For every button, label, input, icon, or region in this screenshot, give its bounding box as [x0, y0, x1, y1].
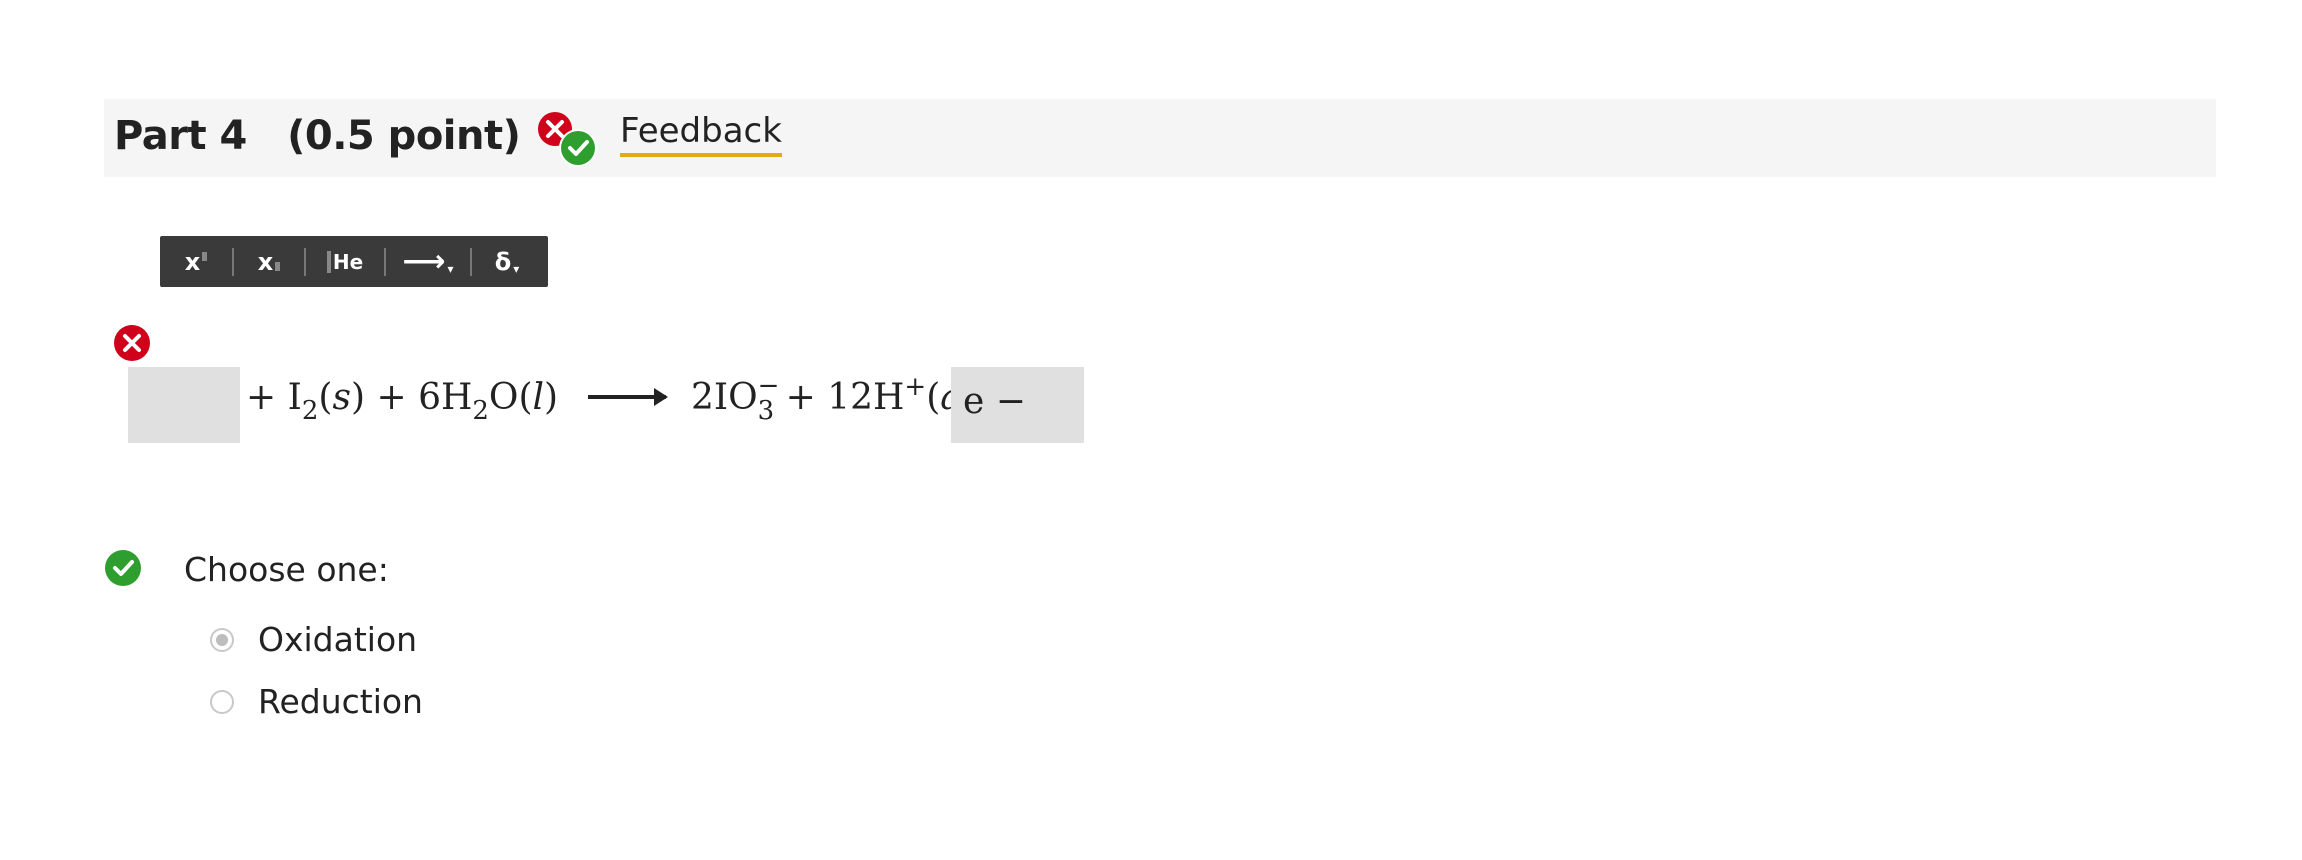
- option-oxidation-label: Oxidation: [258, 620, 418, 659]
- eq-hydrogen-charge: +: [904, 372, 927, 402]
- part-title: Part 4 (0.5 point): [114, 113, 521, 159]
- answer-blank-electrons[interactable]: e −: [951, 367, 1084, 443]
- chem-toolbar: x x He ⟶ ▾ δ ▾: [160, 236, 548, 287]
- eq-water-subscript: 2: [472, 396, 489, 426]
- eq-plus: +: [376, 377, 407, 418]
- page: Part 4 (0.5 point) Feedback x x He ⟶ ▾ δ…: [0, 0, 2302, 860]
- caret-down-icon: ▾: [513, 261, 520, 276]
- equation-text: + I2(s) + 6H2O(l) 2IO−3 + 12H+(aq) +: [246, 371, 1040, 426]
- part-header: Part 4 (0.5 point) Feedback: [104, 99, 2216, 177]
- eq-state-liquid: l: [532, 377, 544, 418]
- element-button-label: He: [332, 249, 364, 274]
- element-button[interactable]: He: [306, 236, 384, 287]
- correct-icon: [104, 549, 142, 587]
- choose-one-label: Choose one:: [184, 550, 389, 589]
- eq-iodate: 2IO: [690, 377, 758, 418]
- answer-blank-electrons-value: e −: [963, 381, 1026, 422]
- reaction-arrow: [587, 388, 668, 406]
- superscript-button-label: x: [184, 247, 201, 276]
- option-oxidation[interactable]: Oxidation: [210, 620, 417, 659]
- eq-plus: +: [785, 377, 816, 418]
- caret-down-icon: ▾: [447, 261, 454, 276]
- eq-iodine: I: [287, 377, 302, 418]
- subscript-button[interactable]: x: [234, 236, 304, 287]
- delta-icon: δ: [494, 247, 512, 276]
- arrow-dropdown-button[interactable]: ⟶ ▾: [386, 236, 470, 287]
- eq-iodine-subscript: 2: [301, 396, 319, 426]
- subscript-button-label: x: [257, 247, 274, 276]
- incorrect-icon: [113, 324, 151, 362]
- superscript-button[interactable]: x: [160, 236, 232, 287]
- mixed-feedback-icon[interactable]: [536, 110, 600, 170]
- option-reduction-label: Reduction: [258, 682, 423, 721]
- feedback-link[interactable]: Feedback: [620, 111, 782, 157]
- eq-iodate-charge: −: [757, 371, 780, 401]
- arrow-icon: ⟶: [402, 244, 446, 279]
- radio-reduction[interactable]: [210, 689, 234, 714]
- option-reduction[interactable]: Reduction: [210, 682, 423, 721]
- radio-oxidation[interactable]: [210, 627, 234, 652]
- eq-plus: +: [246, 377, 277, 418]
- eq-hydrogen: 12H: [827, 377, 905, 418]
- answer-blank-left[interactable]: [128, 367, 240, 443]
- delta-dropdown-button[interactable]: δ ▾: [472, 236, 542, 287]
- eq-water-o: O: [488, 377, 519, 418]
- eq-state-solid: s: [332, 377, 351, 418]
- eq-water-h: 6H: [418, 377, 473, 418]
